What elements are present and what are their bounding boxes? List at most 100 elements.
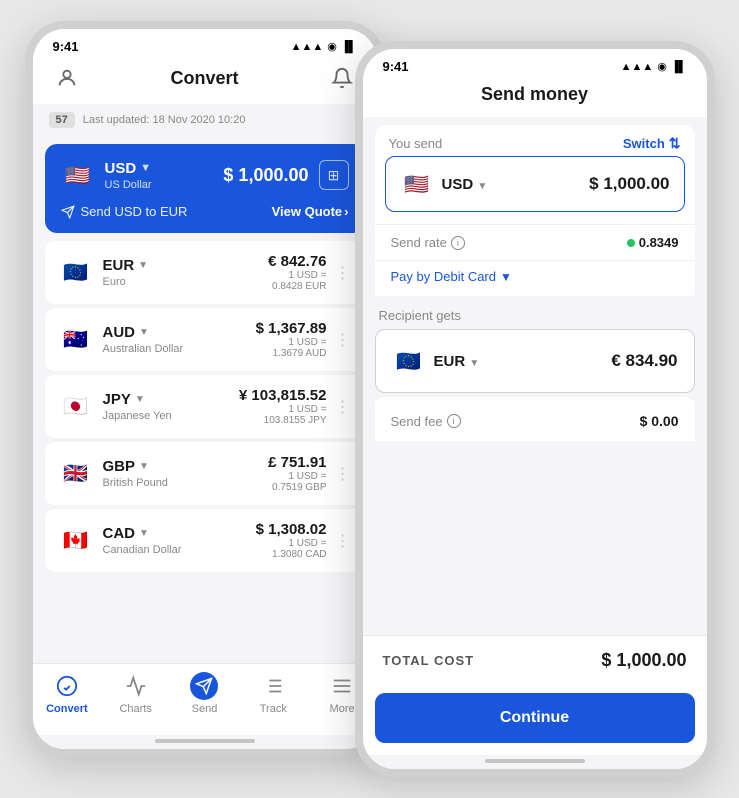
nav-label-charts: Charts xyxy=(119,703,151,715)
phone-send-money: 9:41 ▲▲▲ ◉ ▐▌ Send money You send Switch… xyxy=(355,41,715,777)
list-item[interactable]: 🇨🇦 CAD ▼ Canadian Dollar $ 1,308.02 1 US… xyxy=(45,509,365,572)
fee-container: Send fee i $ 0.00 xyxy=(375,397,695,441)
recipient-gets-label: Recipient gets xyxy=(375,304,695,329)
nav-label-track: Track xyxy=(260,703,287,715)
update-badge: 57 xyxy=(49,112,75,128)
recipient-currency-selector[interactable]: 🇪🇺 EUR ▼ € 834.90 xyxy=(375,329,695,393)
send-currency-wrapper: 🇺🇸 USD ▼ $ 1,000.00 xyxy=(375,156,695,224)
gbp-more-icon[interactable]: ⋮ xyxy=(335,464,351,484)
switch-icon: ⇅ xyxy=(669,135,681,152)
fee-row: Send fee i $ 0.00 xyxy=(375,401,695,441)
battery-icon-2: ▐▌ xyxy=(671,61,687,73)
jpy-amount: ¥ 103,815.52 xyxy=(239,387,327,404)
nav-item-convert[interactable]: Convert xyxy=(37,672,97,715)
pay-by-row[interactable]: Pay by Debit Card ▼ xyxy=(375,261,695,296)
recipient-flag: 🇪🇺 xyxy=(392,344,426,378)
main-currency-amount: $ 1,000.00 xyxy=(223,165,308,186)
fee-info-icon[interactable]: i xyxy=(447,414,461,428)
switch-button[interactable]: Switch ⇅ xyxy=(623,135,681,152)
nav-item-send[interactable]: Send xyxy=(174,672,234,715)
send-rate-label: Send rate i xyxy=(391,235,465,250)
nav-item-track[interactable]: Track xyxy=(243,672,303,715)
cad-name: Canadian Dollar xyxy=(103,544,182,556)
home-indicator-2 xyxy=(485,759,585,763)
main-dropdown-arrow: ▼ xyxy=(140,162,151,174)
main-currency-code[interactable]: USD ▼ xyxy=(105,160,152,177)
list-item[interactable]: 🇯🇵 JPY ▼ Japanese Yen ¥ 103,815.52 1 USD… xyxy=(45,375,365,438)
send-fee-value: $ 0.00 xyxy=(640,413,679,429)
aud-more-icon[interactable]: ⋮ xyxy=(335,330,351,350)
nav-label-send: Send xyxy=(192,703,218,715)
list-item[interactable]: 🇬🇧 GBP ▼ British Pound £ 751.91 1 USD =0… xyxy=(45,442,365,505)
send-rate-value: 0.8349 xyxy=(627,235,679,250)
convert-header: Convert xyxy=(33,60,377,104)
status-icons-2: ▲▲▲ ◉ ▐▌ xyxy=(621,60,687,73)
total-cost-section: TOTAL COST $ 1,000.00 xyxy=(363,635,707,685)
recipient-section: Recipient gets 🇪🇺 EUR ▼ € 834.90 xyxy=(363,296,707,393)
eur-flag: 🇪🇺 xyxy=(59,256,93,290)
cad-flag: 🇨🇦 xyxy=(59,524,93,558)
aud-name: Australian Dollar xyxy=(103,343,184,355)
last-updated-bar: 57 Last updated: 18 Nov 2020 10:20 xyxy=(33,104,377,136)
bell-icon[interactable] xyxy=(328,64,356,92)
wifi-icon: ◉ xyxy=(327,40,337,53)
eur-amount: € 842.76 xyxy=(268,253,326,270)
view-quote-button[interactable]: View Quote › xyxy=(272,204,349,219)
more-nav-icon xyxy=(328,672,356,700)
continue-container: Continue xyxy=(363,685,707,755)
nav-label-more: More xyxy=(330,703,355,715)
send-currency-selector[interactable]: 🇺🇸 USD ▼ $ 1,000.00 xyxy=(385,156,685,212)
aud-flag: 🇦🇺 xyxy=(59,323,93,357)
gbp-name: British Pound xyxy=(103,477,168,489)
status-time-2: 9:41 xyxy=(383,59,409,74)
charts-nav-icon xyxy=(122,672,150,700)
eur-code[interactable]: EUR ▼ xyxy=(103,257,149,274)
send-fee-label: Send fee i xyxy=(391,414,461,429)
recipient-code: EUR ▼ xyxy=(434,353,480,370)
jpy-code[interactable]: JPY ▼ xyxy=(103,391,172,408)
status-bar-2: 9:41 ▲▲▲ ◉ ▐▌ xyxy=(363,49,707,80)
jpy-more-icon[interactable]: ⋮ xyxy=(335,397,351,417)
home-indicator-1 xyxy=(155,739,255,743)
total-cost-value: $ 1,000.00 xyxy=(601,650,686,671)
list-item[interactable]: 🇪🇺 EUR ▼ Euro € 842.76 1 USD =0.8428 EUR… xyxy=(45,241,365,304)
update-text: Last updated: 18 Nov 2020 10:20 xyxy=(83,114,246,126)
send-money-header: Send money xyxy=(363,80,707,117)
gbp-code[interactable]: GBP ▼ xyxy=(103,458,168,475)
phone-convert: 9:41 ▲▲▲ ◉ ▐▌ Convert 57 Las xyxy=(25,21,385,757)
aud-amount: $ 1,367.89 xyxy=(256,320,327,337)
send-rate-row: Send rate i 0.8349 xyxy=(375,225,695,260)
convert-nav-icon xyxy=(53,672,81,700)
eur-more-icon[interactable]: ⋮ xyxy=(335,263,351,283)
send-rate-info-icon[interactable]: i xyxy=(451,236,465,250)
cad-code[interactable]: CAD ▼ xyxy=(103,525,182,542)
send-flag: 🇺🇸 xyxy=(400,167,434,201)
gbp-flag: 🇬🇧 xyxy=(59,457,93,491)
you-send-container: You send Switch ⇅ 🇺🇸 USD ▼ $ 1,000.00 xyxy=(375,125,695,296)
main-currency-card: 🇺🇸 USD ▼ US Dollar $ 1,000.00 ⊞ xyxy=(45,144,365,233)
bottom-nav: Convert Charts Send xyxy=(33,663,377,735)
list-item[interactable]: 🇦🇺 AUD ▼ Australian Dollar $ 1,367.89 1 … xyxy=(45,308,365,371)
battery-icon: ▐▌ xyxy=(341,41,357,53)
cad-amount: $ 1,308.02 xyxy=(256,521,327,538)
calculator-icon[interactable]: ⊞ xyxy=(319,160,349,190)
nav-label-convert: Convert xyxy=(46,703,88,715)
page-title-convert: Convert xyxy=(170,68,238,89)
status-icons-1: ▲▲▲ ◉ ▐▌ xyxy=(291,40,357,53)
cad-more-icon[interactable]: ⋮ xyxy=(335,531,351,551)
you-send-label: You send xyxy=(389,136,443,151)
signal-icon: ▲▲▲ xyxy=(291,41,324,53)
eur-rate: 1 USD =0.8428 EUR xyxy=(268,270,326,292)
profile-icon[interactable] xyxy=(53,64,81,92)
send-amount: $ 1,000.00 xyxy=(589,174,669,194)
status-time-1: 9:41 xyxy=(53,39,79,54)
track-nav-icon xyxy=(259,672,287,700)
page-title-send: Send money xyxy=(481,84,588,105)
aud-code[interactable]: AUD ▼ xyxy=(103,324,184,341)
green-dot xyxy=(627,239,635,247)
nav-item-charts[interactable]: Charts xyxy=(106,672,166,715)
continue-button[interactable]: Continue xyxy=(375,693,695,743)
chevron-down-icon: ▼ xyxy=(500,270,512,284)
jpy-name: Japanese Yen xyxy=(103,410,172,422)
signal-icon-2: ▲▲▲ xyxy=(621,61,654,73)
